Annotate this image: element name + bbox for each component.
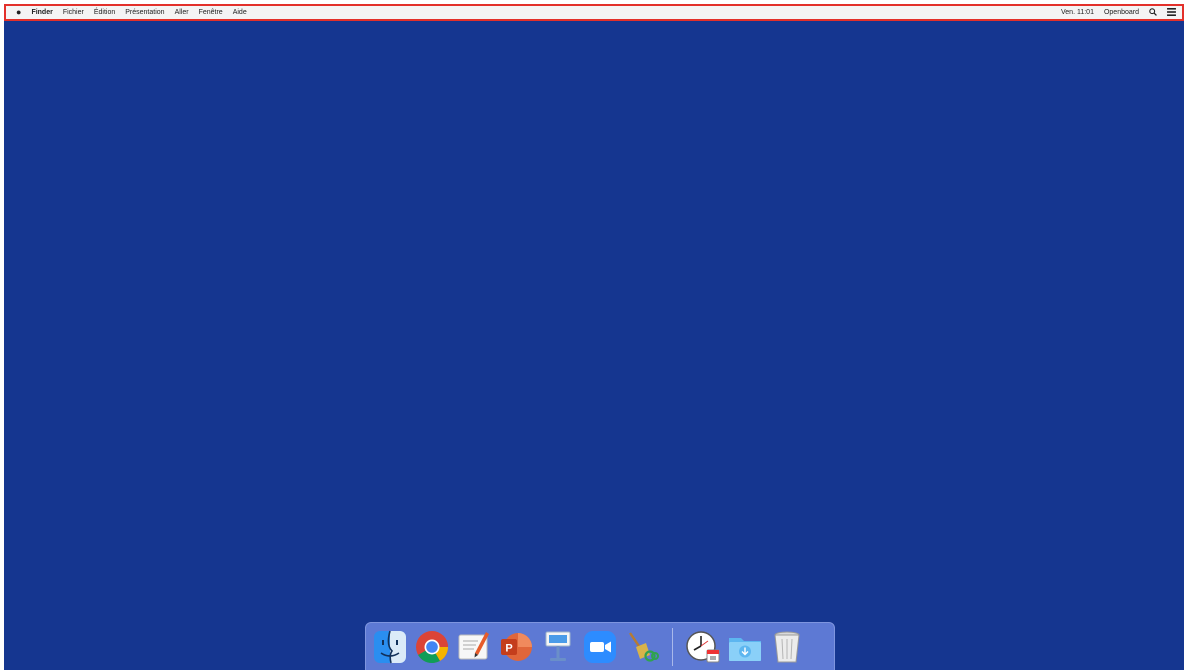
menu-fichier[interactable]: Fichier: [63, 9, 84, 16]
cleaner-broom-icon[interactable]: [624, 629, 660, 665]
dock: P: [365, 622, 835, 670]
powerpoint-letter: P: [505, 642, 512, 654]
desktop[interactable]: ● Finder Fichier Édition Présentation Al…: [4, 4, 1184, 670]
notification-center-icon[interactable]: [1167, 7, 1176, 18]
chrome-icon[interactable]: [414, 629, 450, 665]
menu-clock[interactable]: Ven. 11:01: [1061, 9, 1094, 16]
powerpoint-icon[interactable]: P: [498, 629, 534, 665]
spotlight-icon[interactable]: [1149, 7, 1157, 18]
menu-aller[interactable]: Aller: [175, 9, 189, 16]
zoom-icon[interactable]: [582, 629, 618, 665]
textedit-icon[interactable]: [456, 629, 492, 665]
finder-icon[interactable]: [372, 629, 408, 665]
apple-menu-icon[interactable]: ●: [16, 8, 21, 17]
menu-finder[interactable]: Finder: [31, 9, 52, 16]
menu-user[interactable]: Openboard: [1104, 9, 1139, 16]
menu-bar: ● Finder Fichier Édition Présentation Al…: [4, 4, 1184, 21]
dock-separator: [672, 627, 673, 666]
menu-presentation[interactable]: Présentation: [125, 9, 164, 16]
menu-edition[interactable]: Édition: [94, 9, 115, 16]
menu-aide[interactable]: Aide: [233, 9, 247, 16]
keynote-icon[interactable]: [540, 629, 576, 665]
clock-calendar-icon[interactable]: [685, 629, 721, 665]
downloads-folder-icon[interactable]: [727, 629, 763, 665]
menu-fenetre[interactable]: Fenêtre: [199, 9, 223, 16]
menu-bar-left: ● Finder Fichier Édition Présentation Al…: [16, 8, 247, 17]
trash-icon[interactable]: [769, 629, 805, 665]
menu-bar-right: Ven. 11:01 Openboard: [1061, 7, 1176, 18]
